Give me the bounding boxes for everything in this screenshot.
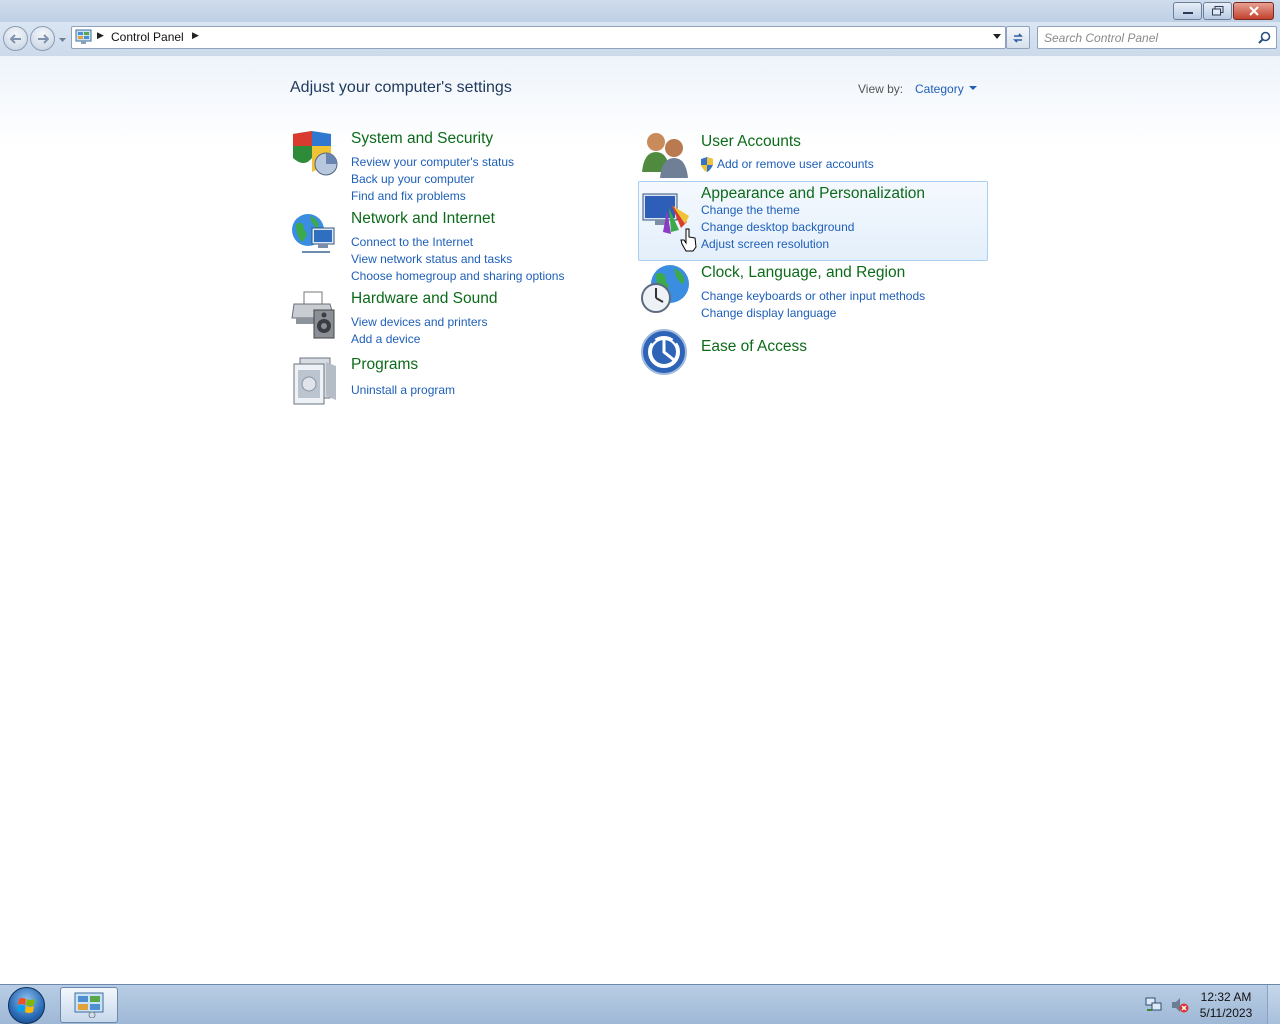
shield-icon[interactable] [290,130,340,180]
clock-time: 12:32 AM [1200,990,1252,1004]
globe-network-icon[interactable] [290,210,340,260]
uac-shield-icon [701,157,713,172]
breadcrumb-chevron-icon[interactable]: ▶ [192,31,199,41]
breadcrumb-control-panel[interactable]: Control Panel [111,30,184,44]
category-programs: Programs Uninstall a program [290,356,590,406]
link-find-fix[interactable]: Find and fix problems [351,188,514,205]
clock-date: 5/11/2023 [1199,1006,1253,1020]
search-input[interactable] [1044,29,1249,46]
category-hardware-sound: Hardware and Sound View devices and prin… [290,290,590,348]
link-add-remove-accounts[interactable]: Add or remove user accounts [717,156,874,173]
link-network-status[interactable]: View network status and tasks [351,251,564,268]
link-homegroup[interactable]: Choose homegroup and sharing options [351,268,564,285]
users-icon[interactable] [640,130,690,180]
hand-cursor-icon [680,228,697,252]
view-by-label: View by: [858,82,904,96]
category-title[interactable]: Hardware and Sound [351,290,498,308]
clock-globe-icon[interactable] [640,264,690,314]
category-system-security: System and Security Review your computer… [290,130,590,203]
forward-arrow-icon [37,33,49,44]
category-links: Change keyboards or other input methods … [701,288,925,322]
category-clock-language-region: Clock, Language, and Region Change keybo… [640,264,985,324]
window-controls [1172,2,1274,20]
link-add-device[interactable]: Add a device [351,331,488,348]
link-connect-internet[interactable]: Connect to the Internet [351,234,564,251]
address-bar[interactable]: ▶ Control Panel ▶ [71,26,1006,49]
restore-icon [1211,6,1223,16]
restore-button[interactable] [1203,2,1232,20]
address-dropdown-icon[interactable] [993,34,1001,42]
minimize-button[interactable] [1173,2,1202,20]
printer-speaker-icon[interactable] [290,290,340,340]
windows-start-icon [17,998,35,1013]
link-keyboards-input[interactable]: Change keyboards or other input methods [701,288,925,305]
category-links: View devices and printers Add a device [351,314,488,348]
chevron-down-icon [59,37,66,42]
taskbar: 12:32 AM 5/11/2023 [0,984,1280,1024]
category-title[interactable]: Network and Internet [351,210,495,228]
navigation-bar: ▶ Control Panel ▶ [0,22,1280,56]
forward-button[interactable] [30,26,55,51]
category-ease-of-access: Ease of Access [640,328,985,378]
view-by: View by: Category [858,82,977,96]
category-title[interactable]: Clock, Language, and Region [701,264,905,282]
refresh-button[interactable] [1006,26,1030,49]
control-panel-content: Adjust your computer's settings View by:… [0,56,1280,984]
back-button[interactable] [3,26,28,51]
category-title[interactable]: System and Security [351,130,493,148]
search-box[interactable] [1037,26,1277,49]
search-icon[interactable] [1258,31,1271,44]
link-desktop-background[interactable]: Change desktop background [701,219,854,236]
breadcrumb-separator-icon[interactable]: ▶ [97,31,104,41]
category-title[interactable]: Appearance and Personalization [701,185,925,203]
chevron-down-icon[interactable] [969,86,977,90]
volume-muted-icon[interactable] [1171,997,1189,1013]
category-links: Connect to the Internet View network sta… [351,234,564,285]
category-title[interactable]: Ease of Access [701,338,807,356]
start-button[interactable] [8,987,45,1024]
link-screen-resolution[interactable]: Adjust screen resolution [701,236,854,253]
minimize-icon [1182,12,1193,14]
link-back-up[interactable]: Back up your computer [351,171,514,188]
back-arrow-icon [9,33,21,44]
category-links: Add or remove user accounts [701,156,874,173]
show-desktop-button[interactable] [1267,985,1280,1024]
recent-pages-dropdown[interactable] [58,35,67,44]
link-uninstall-program[interactable]: Uninstall a program [351,382,455,399]
ease-of-access-icon[interactable] [640,328,690,378]
view-by-dropdown[interactable]: Category [915,82,964,96]
category-title[interactable]: Programs [351,356,418,374]
category-title[interactable]: User Accounts [701,133,801,151]
category-user-accounts: User Accounts Add or remove user account… [640,130,985,180]
taskbar-clock[interactable]: 12:32 AM 5/11/2023 [1196,989,1256,1021]
control-panel-icon [75,29,92,44]
close-icon [1248,6,1259,16]
category-links: Uninstall a program [351,382,455,399]
category-links: Change the theme Change desktop backgrou… [701,202,854,253]
link-change-theme[interactable]: Change the theme [701,202,854,219]
window-title-bar [0,0,1280,22]
close-button[interactable] [1233,2,1274,20]
control-panel-icon [74,992,104,1018]
refresh-icon [1013,32,1023,43]
category-links: Review your computer's status Back up yo… [351,154,514,205]
page-title: Adjust your computer's settings [290,79,512,96]
link-review-status[interactable]: Review your computer's status [351,154,514,171]
system-tray [1145,997,1189,1013]
network-icon[interactable] [1145,997,1163,1013]
link-display-language[interactable]: Change display language [701,305,925,322]
link-devices-printers[interactable]: View devices and printers [351,314,488,331]
programs-icon[interactable] [290,356,340,406]
category-network-internet: Network and Internet Connect to the Inte… [290,210,590,283]
taskbar-control-panel[interactable] [60,987,118,1023]
